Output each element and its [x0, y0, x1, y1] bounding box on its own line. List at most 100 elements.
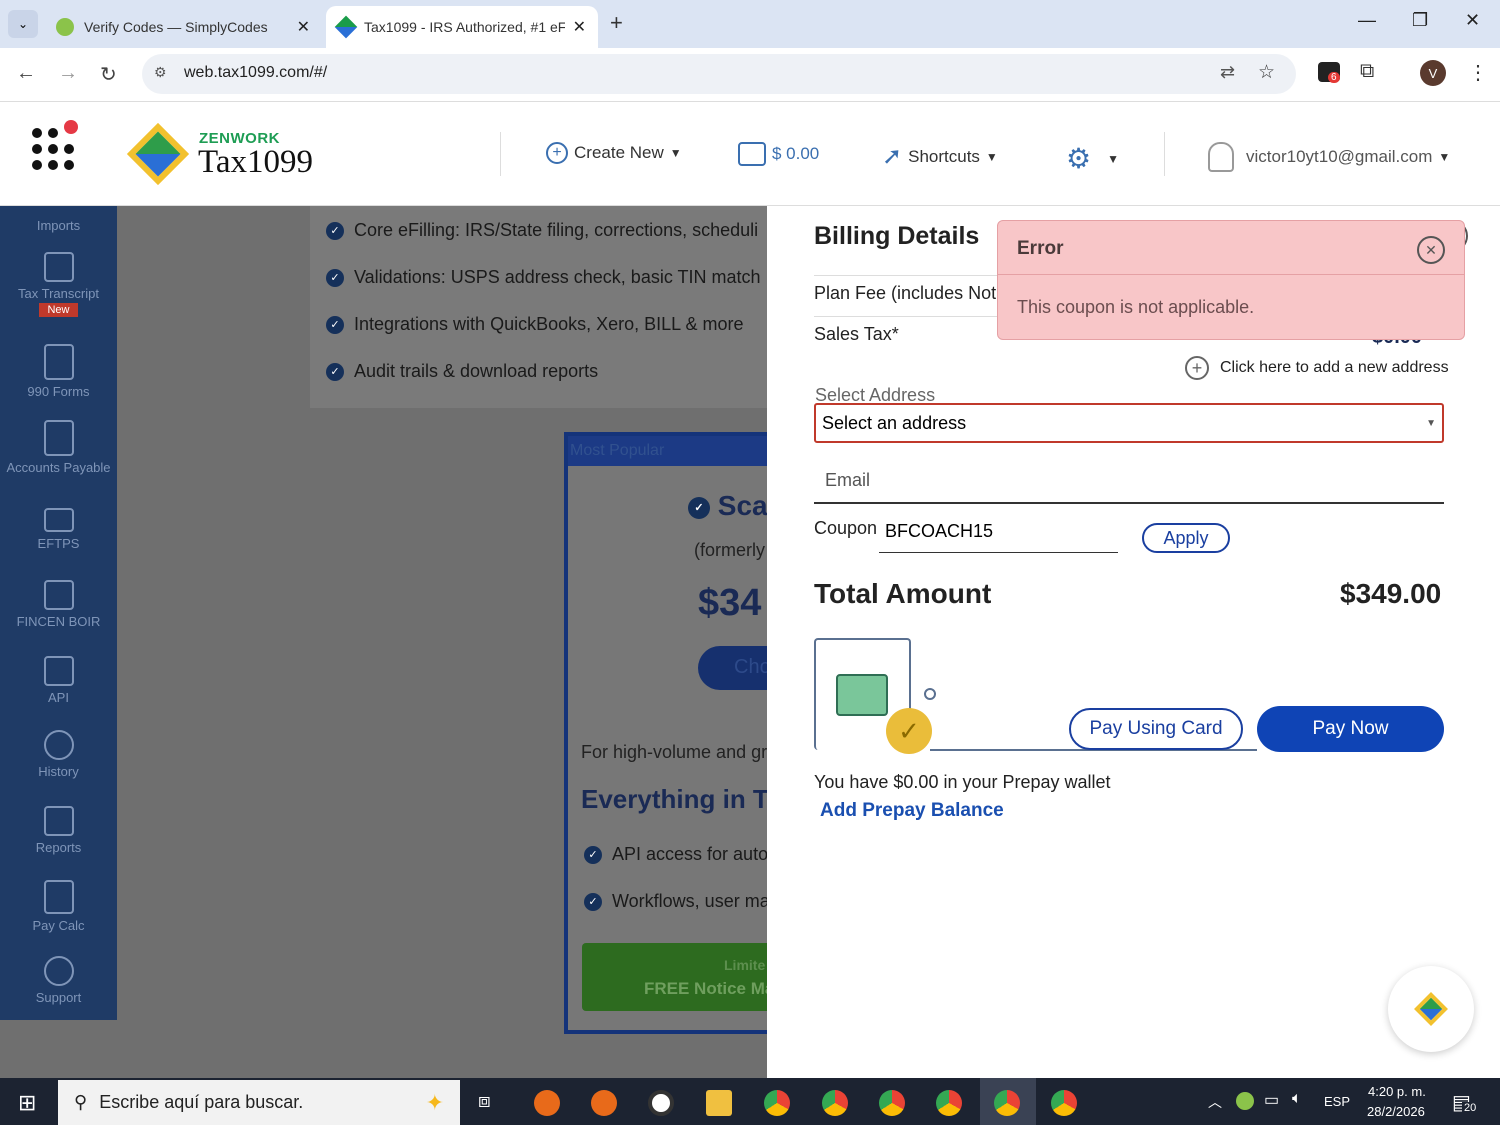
reports-bars-icon	[43, 806, 74, 836]
sidebar-item-pay-calc[interactable]: Pay Calc	[0, 880, 117, 933]
wallet-icon	[836, 674, 888, 716]
overlay-bottom	[0, 1020, 117, 1078]
choose-plan-button[interactable]: Cho	[698, 646, 767, 690]
apply-coupon-button[interactable]: Apply	[1142, 523, 1230, 553]
taskbar-search[interactable]: ⚲ Escribe aquí para buscar. ✦	[58, 1080, 460, 1125]
notification-count: 20	[1462, 1102, 1479, 1114]
caret-down-icon: ▼	[1107, 151, 1119, 166]
error-toast: Error ✕ This coupon is not applicable.	[997, 220, 1465, 340]
app-header: ZENWORK Tax1099 + Create New ▼ $ 0.00 ➚ …	[0, 102, 1500, 206]
chrome-icon[interactable]	[1051, 1090, 1077, 1116]
check-icon: ✓	[584, 892, 602, 911]
extension-icon[interactable]: 6	[1318, 62, 1340, 83]
sidebar-item-reports[interactable]: Reports	[0, 806, 117, 855]
media-player-icon[interactable]	[648, 1090, 674, 1116]
chrome-icon[interactable]	[764, 1090, 790, 1116]
bookmark-star-icon[interactable]: ☆	[1258, 61, 1275, 84]
back-icon[interactable]: ←	[16, 62, 36, 85]
volume-icon[interactable]: 🔈︎	[1292, 1090, 1302, 1108]
email-field[interactable]: Email	[814, 458, 1444, 504]
app-grid-menu-icon[interactable]	[32, 120, 78, 172]
tab-simplycodes[interactable]: Verify Codes — SimplyCodes ✕	[44, 6, 322, 48]
clock-time[interactable]: 4:20 p. m.	[1368, 1084, 1426, 1099]
sidebar-item-accounts-payable[interactable]: Accounts Payable	[0, 420, 117, 475]
new-tab-button[interactable]: +	[610, 10, 623, 36]
sidebar-item-fincen-boir[interactable]: FINCEN BOIR	[0, 580, 117, 629]
checkmark-badge-icon: ✓	[886, 708, 932, 754]
language-indicator[interactable]: ESP	[1324, 1094, 1350, 1109]
sidebar-item-label: EFTPS	[37, 536, 80, 551]
create-new-menu[interactable]: + Create New ▼	[546, 142, 682, 164]
sidebar-item-990-forms[interactable]: 990 Forms	[0, 344, 117, 399]
app-icon[interactable]	[534, 1090, 560, 1116]
network-icon[interactable]: ▭	[1264, 1090, 1279, 1110]
tray-app-icon[interactable]	[1236, 1092, 1254, 1110]
chrome-icon[interactable]	[936, 1090, 962, 1116]
user-menu[interactable]: victor10yt10@gmail.com ▼	[1208, 142, 1450, 172]
task-view-icon[interactable]: ⧈	[478, 1090, 491, 1113]
close-tab-icon[interactable]: ✕	[297, 17, 310, 37]
sidebar-item-eftps[interactable]: EFTPS	[0, 508, 117, 551]
promo-banner[interactable]: Limite FREE Notice Man	[582, 943, 767, 1011]
chrome-icon	[994, 1090, 1020, 1116]
error-message: This coupon is not applicable.	[1017, 297, 1255, 317]
plan-title: ✓ Sca	[688, 490, 768, 522]
app-icon[interactable]	[591, 1090, 617, 1116]
close-window-icon[interactable]: ✕	[1465, 10, 1480, 31]
chrome-icon[interactable]	[879, 1090, 905, 1116]
eftps-icon	[43, 508, 74, 532]
windows-start-icon[interactable]: ⊞	[18, 1090, 36, 1116]
browser-toolbar: ← → ↻ ⚙ web.tax1099.com/#/ ⇄ ☆ 6 ⧉ V ⋮	[0, 48, 1500, 102]
email-placeholder: Email	[825, 470, 871, 490]
plan-description: For high-volume and gr	[581, 742, 768, 762]
sidebar-item-support[interactable]: Support	[0, 956, 117, 1005]
settings-menu[interactable]: ⚙ ▼	[1066, 142, 1119, 175]
add-address-icon[interactable]: +	[1185, 356, 1209, 380]
translate-icon[interactable]: ⇄	[1220, 62, 1235, 83]
tab-tax1099[interactable]: Tax1099 - IRS Authorized, #1 eF ✕	[326, 6, 598, 48]
tray-chevron-icon[interactable]: ︿	[1208, 1092, 1222, 1112]
reload-icon[interactable]: ↻	[100, 62, 117, 87]
divider	[500, 132, 501, 176]
clock-date[interactable]: 28/2/2026	[1367, 1104, 1425, 1119]
address-bar[interactable]: ⚙ web.tax1099.com/#/ ⇄ ☆	[142, 54, 1296, 94]
site-info-icon[interactable]: ⚙	[154, 64, 167, 81]
restore-icon[interactable]: ❐	[1412, 10, 1428, 31]
sidebar-item-history[interactable]: History	[0, 730, 117, 779]
sidebar-item-label: Imports	[36, 218, 81, 233]
sidebar-item-label: Support	[35, 990, 82, 1005]
chrome-icon[interactable]	[822, 1090, 848, 1116]
caret-down-icon: ▼	[1438, 150, 1451, 164]
add-address-link[interactable]: Click here to add a new address	[1220, 359, 1449, 377]
wallet-balance[interactable]: $ 0.00	[738, 142, 819, 166]
extensions-puzzle-icon[interactable]: ⧉	[1360, 60, 1374, 83]
user-icon	[1208, 142, 1234, 172]
chat-widget-button[interactable]	[1388, 966, 1474, 1052]
browser-menu-icon[interactable]: ⋮	[1468, 60, 1488, 85]
tab-search-button[interactable]: ⌄	[8, 10, 38, 38]
sidebar-item-tax-transcript[interactable]: Tax Transcript New	[0, 252, 117, 317]
sidebar-item-label: History	[38, 764, 79, 779]
shortcuts-menu[interactable]: ➚ Shortcuts ▼	[882, 142, 998, 171]
pay-using-card-button[interactable]: Pay Using Card	[1069, 708, 1243, 750]
close-icon[interactable]: ✕	[1417, 236, 1445, 264]
sidebar-item-api[interactable]: API	[0, 656, 117, 705]
sidebar-item-label: Reports	[35, 840, 82, 855]
forward-icon[interactable]: →	[58, 62, 78, 85]
history-clock-icon	[43, 730, 74, 760]
coupon-input[interactable]: BFCOACH15	[879, 515, 1118, 553]
pay-now-button[interactable]: Pay Now	[1257, 706, 1444, 752]
error-title: Error	[1017, 238, 1064, 259]
address-select[interactable]: Select an address ▼	[814, 403, 1444, 443]
close-tab-icon[interactable]: ✕	[573, 17, 586, 37]
fincen-chart-icon	[43, 580, 74, 610]
minimize-icon[interactable]: —	[1358, 10, 1376, 31]
check-icon: ✓	[326, 315, 344, 334]
add-prepay-balance-link[interactable]: Add Prepay Balance	[820, 800, 1004, 822]
active-taskbar-item[interactable]	[980, 1078, 1036, 1125]
profile-avatar[interactable]: V	[1420, 60, 1446, 86]
sidebar-item-imports[interactable]: Imports	[0, 218, 117, 233]
search-placeholder: Escribe aquí para buscar.	[99, 1092, 304, 1112]
brand-main: Tax1099	[198, 144, 314, 180]
file-explorer-icon[interactable]	[706, 1090, 732, 1116]
